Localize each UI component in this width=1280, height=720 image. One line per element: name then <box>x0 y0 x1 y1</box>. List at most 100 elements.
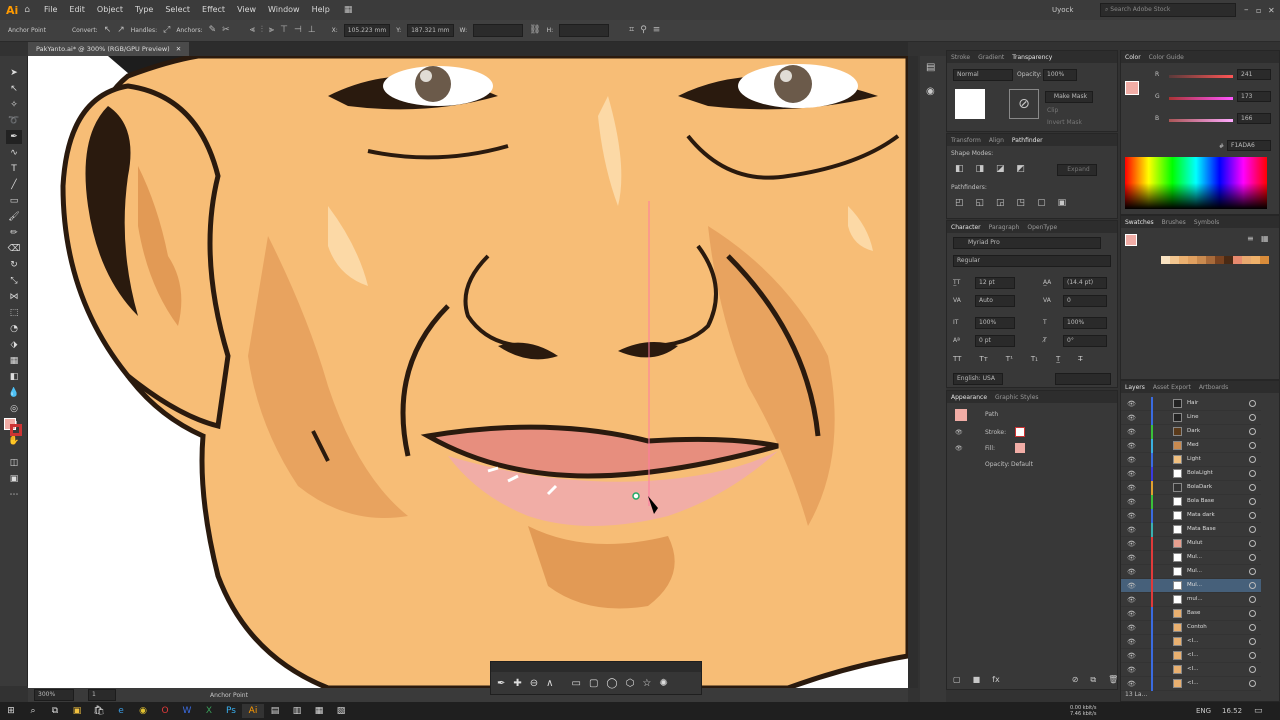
layer-row[interactable]: 👁 Base <box>1121 607 1261 621</box>
swatch-chip[interactable] <box>1224 256 1233 264</box>
pencil-icon[interactable]: ✏ <box>6 226 22 240</box>
magic-wand-icon[interactable]: ✧ <box>6 98 22 112</box>
stroke-none-swatch[interactable] <box>1015 427 1025 437</box>
zoom-field[interactable]: 300% <box>34 689 74 701</box>
language-indicator[interactable]: ENG <box>1196 707 1211 715</box>
h-field[interactable] <box>559 24 610 37</box>
layer-target-icon[interactable] <box>1249 652 1256 659</box>
chrome-icon[interactable]: ◉ <box>132 704 154 718</box>
add-anchor-icon[interactable]: ✚ <box>513 678 521 689</box>
floating-panel-header[interactable] <box>491 662 701 672</box>
align-middle-icon[interactable]: ⊣ <box>294 26 302 35</box>
layer-row[interactable]: 👁 <I... <box>1121 649 1261 663</box>
small-caps-icon[interactable]: Tт <box>979 355 987 363</box>
layer-row[interactable]: 👁 Mul... <box>1121 565 1261 579</box>
layer-target-icon[interactable] <box>1249 414 1256 421</box>
swatch-chip[interactable] <box>1215 256 1224 264</box>
layer-name[interactable]: Base <box>1187 610 1200 616</box>
horizontal-scale-field[interactable]: 100% <box>1063 317 1107 329</box>
word-icon[interactable]: W <box>176 704 198 718</box>
add-stroke-icon[interactable]: ▢ <box>953 675 961 685</box>
delete-item-icon[interactable]: 🗑 <box>1108 675 1118 685</box>
layer-target-icon[interactable] <box>1249 498 1256 505</box>
layer-target-icon[interactable] <box>1249 624 1256 631</box>
width-tool-icon[interactable]: ⋈ <box>6 290 22 304</box>
search-stock-field[interactable]: ⌕ Search Adobe Stock <box>1100 3 1236 17</box>
app-icon-4[interactable]: ▧ <box>330 704 352 718</box>
font-style-select[interactable]: Regular <box>953 255 1111 267</box>
layer-name[interactable]: Mul... <box>1187 554 1202 560</box>
crop-icon[interactable]: ◳ <box>1017 198 1026 208</box>
rotate-icon[interactable]: ↻ <box>6 258 22 272</box>
menu-edit[interactable]: Edit <box>63 0 91 20</box>
menu-object[interactable]: Object <box>91 0 129 20</box>
layer-visibility-icon[interactable]: 👁 <box>1127 414 1136 422</box>
canvas-vertical-scrollbar[interactable] <box>908 56 918 688</box>
list-view-icon[interactable]: ≡ <box>1247 234 1254 243</box>
swatch-chip[interactable] <box>1242 256 1251 264</box>
draw-mode-icon[interactable]: ◫ <box>6 456 22 470</box>
layer-visibility-icon[interactable]: 👁 <box>1127 470 1136 478</box>
layer-visibility-icon[interactable]: 👁 <box>1127 484 1136 492</box>
type-tool-icon[interactable]: T <box>6 162 22 176</box>
link-icon[interactable]: ⛓ <box>529 26 540 35</box>
tab-appearance[interactable]: Appearance <box>951 394 987 401</box>
swatch-chip[interactable] <box>1206 256 1215 264</box>
tab-paragraph[interactable]: Paragraph <box>989 224 1020 231</box>
r-field[interactable]: 241 <box>1237 69 1271 80</box>
perspective-icon[interactable]: ⬗ <box>6 338 22 352</box>
swatch-chip[interactable] <box>1170 256 1179 264</box>
layer-row[interactable]: 👁 BolaLight <box>1121 467 1261 481</box>
isolate-icon[interactable]: ⚲ <box>640 26 647 35</box>
clock[interactable]: 16.52 <box>1222 707 1242 715</box>
layer-row[interactable]: 👁 Mulut <box>1121 537 1261 551</box>
tab-gradient[interactable]: Gradient <box>978 54 1004 61</box>
app-icon-2[interactable]: ▥ <box>286 704 308 718</box>
baseline-shift-field[interactable]: 0 pt <box>975 335 1015 347</box>
polygon-icon[interactable]: ⬡ <box>626 678 635 689</box>
layer-name[interactable]: Mata Base <box>1187 526 1216 532</box>
user-name[interactable]: Uyock <box>1052 6 1073 14</box>
artboard-canvas[interactable] <box>28 56 908 688</box>
subscript-icon[interactable]: T₁ <box>1031 355 1038 363</box>
minus-front-icon[interactable]: ◨ <box>976 164 985 174</box>
shape-builder-icon[interactable]: ◔ <box>6 322 22 336</box>
duplicate-item-icon[interactable]: ⧉ <box>1090 675 1096 685</box>
rect-shape-icon[interactable]: ▭ <box>572 678 581 689</box>
convert-anchor-icon[interactable]: ∧ <box>546 678 553 689</box>
tab-transparency[interactable]: Transparency <box>1012 54 1052 61</box>
handles-icon[interactable]: ⤢ <box>163 26 170 35</box>
invert-mask-checkbox[interactable]: Invert Mask <box>1047 119 1082 126</box>
more-tools-icon[interactable]: ⋯ <box>6 488 22 502</box>
line-tool-icon[interactable]: ╱ <box>6 178 22 192</box>
eyedropper-icon[interactable]: 💧 <box>6 386 22 400</box>
layer-name[interactable]: Light <box>1187 456 1201 462</box>
libraries-icon[interactable]: ▤ <box>926 62 935 73</box>
layer-target-icon[interactable] <box>1249 442 1256 449</box>
blend-icon[interactable]: ◎ <box>6 402 22 416</box>
illustrator-icon[interactable]: Ai <box>242 704 264 718</box>
excel-icon[interactable]: X <box>198 704 220 718</box>
align-center-icon[interactable]: ⫶ <box>261 26 263 35</box>
layer-name[interactable]: Hair <box>1187 400 1198 406</box>
layer-visibility-icon[interactable]: 👁 <box>1127 582 1136 590</box>
taskbar-search-icon[interactable]: ⌕ <box>22 704 44 718</box>
layer-row[interactable]: 👁 mul... <box>1121 593 1261 607</box>
layer-row[interactable]: 👁 <I... <box>1121 635 1261 649</box>
layer-name[interactable]: BolaDark <box>1187 484 1212 490</box>
leading-field[interactable]: (14.4 pt) <box>1063 277 1107 289</box>
font-size-field[interactable]: 12 pt <box>975 277 1015 289</box>
mask-thumbnail[interactable] <box>955 89 985 119</box>
layer-target-icon[interactable] <box>1249 428 1256 435</box>
gradient-icon[interactable]: ◧ <box>6 370 22 384</box>
layer-name[interactable]: <I... <box>1187 638 1198 644</box>
tab-symbols[interactable]: Symbols <box>1194 219 1219 226</box>
layer-row[interactable]: 👁 Mul... <box>1121 551 1261 565</box>
layer-name[interactable]: BolaLight <box>1187 470 1213 476</box>
file-explorer-icon[interactable]: ▣ <box>66 704 88 718</box>
layer-visibility-icon[interactable]: 👁 <box>1127 638 1136 646</box>
layer-visibility-icon[interactable]: 👁 <box>1127 540 1136 548</box>
layer-name[interactable]: <I... <box>1187 666 1198 672</box>
align-bottom-icon[interactable]: ⊥ <box>308 26 316 35</box>
layer-visibility-icon[interactable]: 👁 <box>1127 624 1136 632</box>
